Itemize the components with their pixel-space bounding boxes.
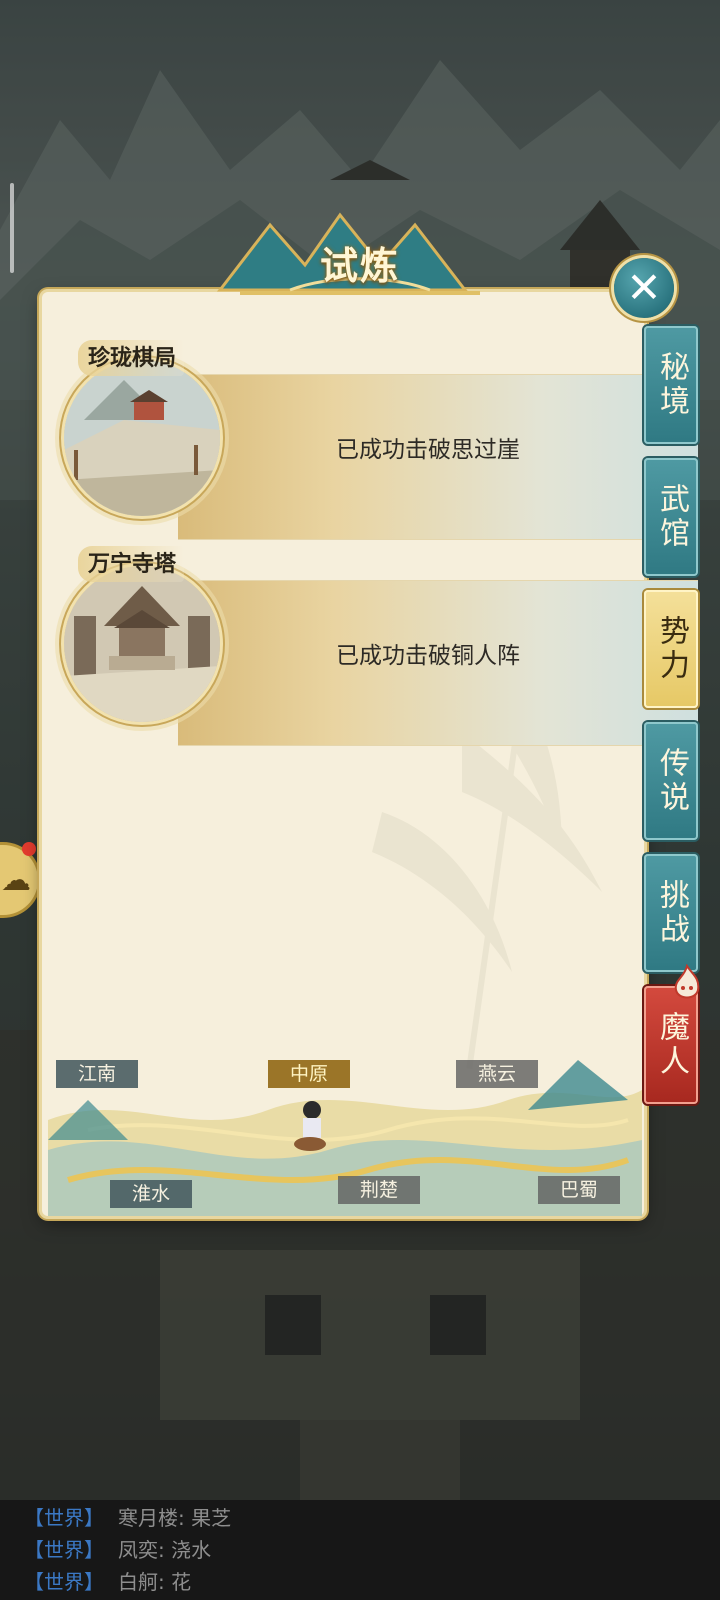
region-yanyun[interactable]: 燕云 [456,1060,539,1088]
region-huaishui[interactable]: 淮水 [110,1180,193,1208]
chat-text: 白舸: 花 [118,1570,192,1594]
chat-message: 【世界】 寒月楼: 果芝 [24,1502,231,1534]
page-title: 试炼 [319,243,400,288]
trial-name: 万宁寺塔 [78,546,185,582]
tab-tiaozhan[interactable]: 挑战 [644,854,698,972]
tab-label: 秘境 [654,351,689,419]
notification-dot [22,842,36,856]
region-jingchu[interactable]: 荆楚 [338,1176,421,1204]
trial-status: 已成功击破铜人阵 [336,643,520,669]
scroll-indicator [10,183,14,273]
region-jiangnan[interactable]: 江南 [56,1060,139,1088]
trial-thumbnail [64,566,220,722]
tab-moren[interactable]: 魔人 [644,964,700,1104]
title-banner: 试炼 [210,205,510,305]
tab-mijing[interactable]: 秘境 [644,326,698,444]
chat-text: 凤奕: 浇水 [118,1538,212,1562]
close-icon: ✕ [626,263,662,312]
trial-card[interactable]: 万宁寺塔 已成功击破铜人阵 [58,546,698,746]
flame-icon [674,964,700,999]
trial-thumbnail [64,360,220,516]
chat-channel: 【世界】 [24,1538,104,1562]
tab-label: 魔人 [654,1011,689,1079]
chat-icon: ☁ [1,862,31,898]
chat-channel: 【世界】 [24,1506,104,1530]
region-bashu[interactable]: 巴蜀 [538,1176,621,1204]
tab-label: 传说 [654,747,689,815]
close-button[interactable]: ✕ [614,258,674,318]
tab-label: 挑战 [654,879,689,947]
chat-text: 寒月楼: 果芝 [118,1506,232,1530]
trial-status: 已成功击破思过崖 [336,437,520,463]
region-zhongyuan[interactable]: 中原 [268,1060,351,1088]
tab-shili[interactable]: 势力 [644,590,698,708]
chat-message: 【世界】 凤奕: 浇水 [24,1534,211,1566]
tab-label: 势力 [654,615,689,683]
trial-name: 珍珑棋局 [78,340,185,376]
trial-card[interactable]: 珍珑棋局 已成功击破思过崖 [58,340,698,540]
tab-label: 武馆 [654,483,689,551]
tab-chuanshuo[interactable]: 传说 [644,722,698,840]
chat-message: 【世界】 白舸: 花 [24,1566,191,1598]
tab-wuguan[interactable]: 武馆 [644,458,698,576]
world-chat[interactable]: 【世界】 寒月楼: 果芝 【世界】 凤奕: 浇水 【世界】 白舸: 花 [0,1500,720,1600]
region-map: 江南 中原 燕云 淮水 荆楚 巴蜀 [48,1060,642,1216]
chat-channel: 【世界】 [24,1570,104,1594]
